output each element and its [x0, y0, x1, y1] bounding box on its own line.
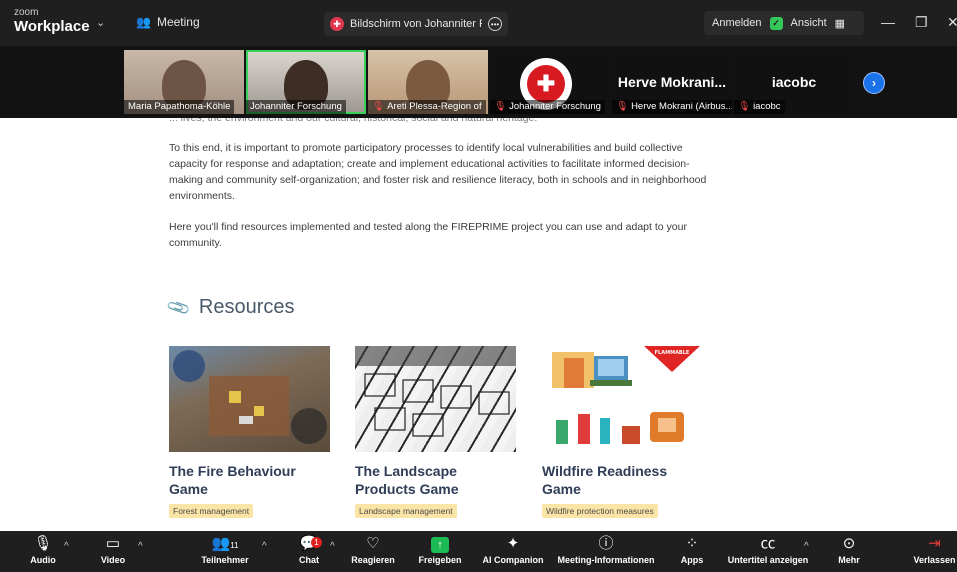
- meeting-label: Meeting: [156, 15, 200, 29]
- chat-options-chevron-icon[interactable]: ^: [330, 541, 335, 552]
- heart-icon: ♡: [366, 535, 380, 552]
- participant-tile[interactable]: Maria Papathoma-Köhle: [124, 50, 244, 114]
- sparkle-icon: ✦: [506, 535, 520, 552]
- card-title[interactable]: The Landscape Products Game: [355, 462, 517, 498]
- muted-mic-icon: 🎙: [616, 101, 629, 112]
- meeting-info-button[interactable]: ⓘ Meeting-Informationen: [554, 535, 658, 565]
- share-tab-label: Bildschirm von Johanniter Forschung: [350, 18, 482, 30]
- card-tag[interactable]: Wildfire protection measures: [542, 504, 658, 518]
- resources-intro-paragraph: Here you'll find resources implemented a…: [169, 221, 687, 249]
- encryption-shield-icon[interactable]: ✓: [769, 16, 783, 30]
- view-button[interactable]: Ansicht: [791, 17, 827, 29]
- video-button[interactable]: ▭ Video: [98, 535, 128, 565]
- chat-unread-badge: 1: [311, 537, 322, 548]
- captions-options-chevron-icon[interactable]: ^: [804, 541, 809, 552]
- participant-name: 🎙 Areti Plessa-Region of: [368, 100, 486, 114]
- participants-button[interactable]: 👥11 Teilnehmer: [200, 535, 250, 565]
- intro-paragraph-cut: ... lives, the environment and our cultu…: [169, 118, 538, 124]
- participant-tile[interactable]: 🎙 Areti Plessa-Region of: [368, 50, 488, 114]
- brand-small: zoom: [14, 7, 39, 18]
- share-screen-icon: ↑: [416, 535, 464, 553]
- minimize-icon[interactable]: —: [881, 14, 895, 30]
- resources-heading: 📎 Resources: [166, 296, 295, 321]
- apps-icon: ⁘: [685, 535, 699, 552]
- topbar-controls: Anmelden ✓ Ansicht ▦: [704, 11, 864, 35]
- participant-display-name: Herve Mokrani...: [617, 74, 727, 90]
- sign-in-button[interactable]: Anmelden: [712, 17, 762, 29]
- participant-tile[interactable]: iacobc 🎙 iacobc: [734, 50, 854, 114]
- apps-button[interactable]: ⁘ Apps: [678, 535, 706, 565]
- shared-screen-content: ... lives, the environment and our cultu…: [0, 118, 957, 531]
- card-tag[interactable]: Landscape management: [355, 504, 457, 518]
- more-options-icon[interactable]: •••: [488, 17, 502, 31]
- people-icon: 👥: [136, 15, 151, 29]
- close-icon[interactable]: ✕: [947, 14, 957, 31]
- resource-card[interactable]: The Landscape Products Game Landscape ma…: [355, 346, 517, 519]
- video-strip: Maria Papathoma-Köhle Johanniter Forschu…: [0, 46, 957, 118]
- intro-paragraph: To this end, it is important to promote …: [169, 142, 707, 202]
- captions-button[interactable]: ㏄ Untertitel anzeigen: [724, 535, 812, 565]
- muted-mic-icon: 🎙: [372, 101, 385, 112]
- muted-mic-icon: 🎙: [494, 101, 507, 112]
- leave-button[interactable]: ⇥ Verlassen: [912, 535, 957, 565]
- participant-name: Maria Papathoma-Köhle: [124, 100, 235, 114]
- leave-icon: ⇥: [928, 535, 941, 552]
- title-bar: zoom Workplace ⌄ 👥 Meeting ✚ Bildschirm …: [0, 0, 957, 46]
- card-title[interactable]: The Fire Behaviour Game: [169, 462, 331, 498]
- resource-card[interactable]: FLAMMABLE Wildfire Readiness Game Wildfi…: [542, 346, 704, 519]
- share-screen-button[interactable]: ↑ Freigeben: [416, 535, 464, 565]
- muted-mic-icon: 🎙: [738, 101, 751, 112]
- participants-options-chevron-icon[interactable]: ^: [262, 541, 267, 552]
- more-button[interactable]: ⊙ Mehr: [834, 535, 864, 565]
- participant-display-name: iacobc: [771, 74, 817, 90]
- meeting-menu[interactable]: 👥 Meeting: [136, 15, 200, 29]
- next-participants-button[interactable]: ›: [863, 72, 885, 94]
- more-icon: ⊙: [842, 535, 856, 552]
- fire-behaviour-game-image[interactable]: [169, 346, 330, 452]
- participant-tile[interactable]: ✚ 🎙 Johanniter Forschung: [490, 50, 610, 114]
- zoom-window: zoom Workplace ⌄ 👥 Meeting ✚ Bildschirm …: [0, 0, 957, 572]
- card-tag[interactable]: Forest management: [169, 504, 254, 518]
- resources-title: Resources: [198, 296, 295, 318]
- meeting-toolbar: 🎙 Audio ^ ▭ Video ^ 👥11 Teilnehmer ^ 💬 C…: [0, 531, 957, 572]
- video-options-chevron-icon[interactable]: ^: [138, 541, 143, 552]
- brand-main: Workplace: [14, 18, 90, 35]
- card-title[interactable]: Wildfire Readiness Game: [542, 462, 704, 498]
- participant-name: Johanniter Forschung: [246, 100, 346, 114]
- microphone-icon: 🎙: [33, 535, 53, 552]
- landscape-products-game-image[interactable]: [355, 346, 516, 452]
- screen-share-icon: ✚: [330, 17, 344, 31]
- participant-tile-active-speaker[interactable]: Johanniter Forschung: [246, 50, 366, 114]
- video-camera-icon: ▭: [105, 535, 121, 552]
- info-icon: ⓘ: [598, 535, 614, 552]
- restore-icon[interactable]: ❐: [915, 14, 928, 31]
- participant-name: 🎙 Johanniter Forschung: [490, 100, 605, 114]
- audio-button[interactable]: 🎙 Audio: [28, 535, 58, 565]
- flammable-sign-text: FLAMMABLE: [655, 350, 690, 356]
- brand-menu-chevron-icon[interactable]: ⌄: [96, 16, 105, 29]
- app-brand: zoom Workplace: [14, 7, 90, 35]
- participant-tile[interactable]: Herve Mokrani... 🎙 Herve Mokrani (Airbus.…: [612, 50, 732, 114]
- screen-share-tab[interactable]: ✚ Bildschirm von Johanniter Forschung ••…: [324, 12, 508, 36]
- wildfire-readiness-game-image[interactable]: FLAMMABLE: [542, 346, 703, 452]
- ai-companion-button[interactable]: ✦ AI Companion: [482, 535, 544, 565]
- participant-name: 🎙 iacobc: [734, 100, 785, 114]
- grid-view-icon[interactable]: ▦: [835, 17, 845, 30]
- audio-options-chevron-icon[interactable]: ^: [64, 541, 69, 552]
- react-button[interactable]: ♡ Reagieren: [350, 535, 396, 565]
- closed-captions-icon: ㏄: [760, 535, 776, 552]
- participants-icon: 👥11: [211, 535, 239, 552]
- participant-name: 🎙 Herve Mokrani (Airbus...: [612, 100, 732, 114]
- resource-card[interactable]: The Fire Behaviour Game Forest managemen…: [169, 346, 331, 519]
- paperclip-icon: 📎: [166, 295, 193, 321]
